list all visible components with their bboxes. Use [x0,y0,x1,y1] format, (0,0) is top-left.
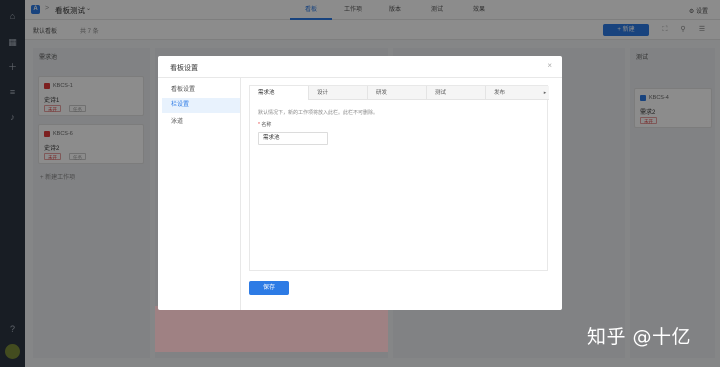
column-settings-panel: 需求池 设计 研发 测试 发布 ▸ 默认情况下，新的工作项将放入此栏。此栏不可删… [249,85,549,271]
name-label-text: 名称 [261,122,272,128]
chevron-right-icon[interactable]: ▸ [541,86,549,100]
column-hint: 默认情况下，新的工作项将放入此栏。此栏不可删除。 [258,110,379,116]
modal-title: 看板设置 [170,65,198,72]
drop-zone-highlight [155,306,388,352]
close-icon[interactable]: × [547,61,552,70]
tab-column-requirements[interactable]: 需求池 [250,86,309,100]
settings-sidebar: 看板设置 栏设置 泳道 [158,78,241,310]
name-field-label: * 名称 [258,121,271,128]
tab-column-test[interactable]: 测试 [427,86,486,100]
board-settings-modal: 看板设置 × 看板设置 栏设置 泳道 需求池 设计 研发 测试 发布 ▸ 默认情… [158,56,562,310]
column-name-input[interactable]: 需求池 [258,132,328,145]
sidebar-item-swimlanes[interactable]: 泳道 [162,115,240,130]
column-tabs: 需求池 设计 研发 测试 发布 ▸ [250,86,549,100]
sidebar-item-board-settings[interactable]: 看板设置 [162,83,240,98]
tab-column-design[interactable]: 设计 [309,86,368,100]
tab-column-release[interactable]: 发布 [486,86,545,100]
watermark: 知乎 @十亿 [587,326,692,348]
required-marker-icon: * [258,122,260,128]
save-button[interactable]: 保存 [249,281,289,295]
tab-column-dev[interactable]: 研发 [368,86,427,100]
sidebar-item-column-settings[interactable]: 栏设置 [162,98,240,113]
